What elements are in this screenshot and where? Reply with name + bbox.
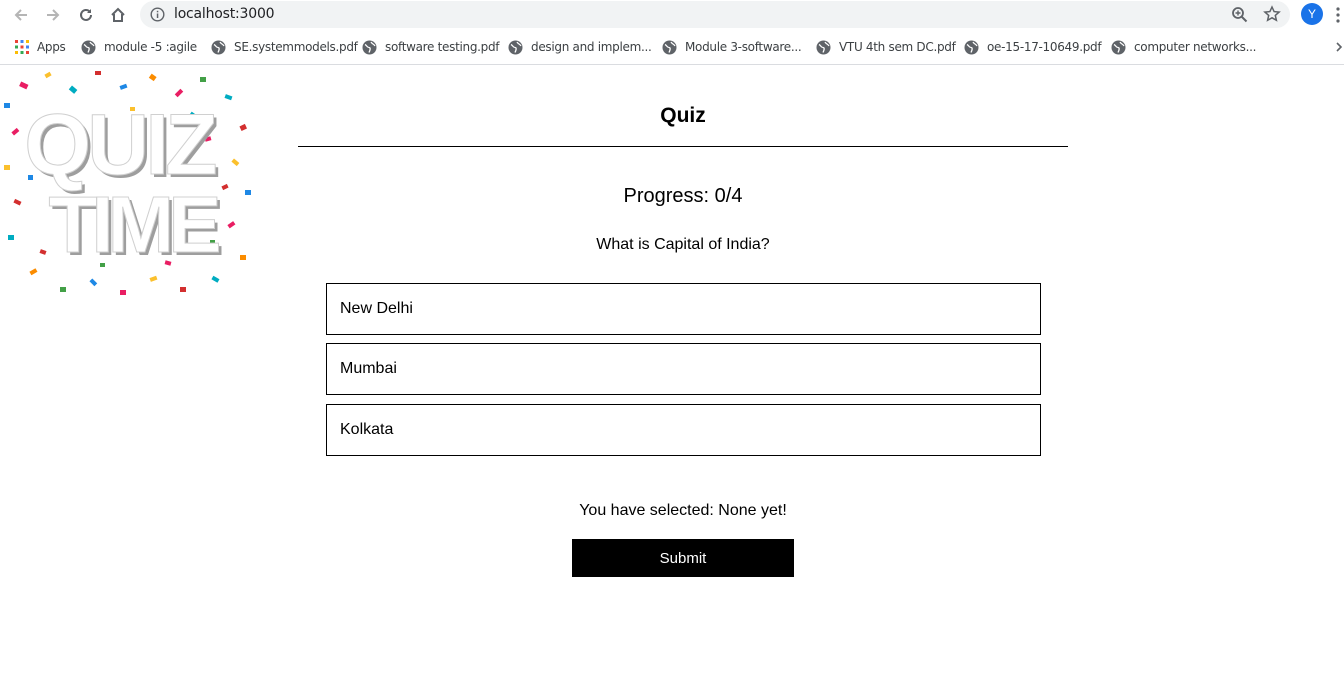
bookmark-label: SE.systemmodels.pdf <box>234 40 358 54</box>
home-icon <box>111 7 125 22</box>
answer-option-label: Kolkata <box>340 421 394 438</box>
answer-option[interactable]: Kolkata <box>326 404 1041 456</box>
submit-button[interactable]: Submit <box>572 539 794 577</box>
bookmark-label: module -5 :agile <box>104 40 197 54</box>
quiz-time-logo: QUIZ QUIZ TIME TIME <box>4 71 251 295</box>
bookmarks-bar: Apps module -5 :agile SE.systemmodels.pd… <box>0 31 1344 65</box>
bookmark-label: Module 3-software... <box>685 40 802 54</box>
bookmark-item[interactable]: SE.systemmodels.pdf <box>211 38 358 56</box>
overflow-chevron-icon[interactable] <box>1336 42 1344 52</box>
url-text[interactable]: localhost:3000 <box>174 6 275 22</box>
profile-avatar[interactable]: Y <box>1301 3 1323 25</box>
answer-option-label: New Delhi <box>340 300 413 317</box>
bookmark-label: computer networks... <box>1134 40 1257 54</box>
bookmark-item[interactable]: computer networks... <box>1111 38 1256 56</box>
globe-icon <box>1111 40 1126 54</box>
bookmark-label: Apps <box>37 40 66 54</box>
zoom-icon[interactable] <box>1231 6 1248 23</box>
globe-icon <box>964 40 979 54</box>
info-icon[interactable] <box>150 7 165 22</box>
title-divider <box>298 146 1068 147</box>
star-icon[interactable] <box>1263 5 1281 23</box>
submit-button-label: Submit <box>659 549 707 567</box>
bookmark-item[interactable]: software testing.pdf <box>362 38 500 56</box>
arrow-right-icon <box>47 9 60 21</box>
browser-toolbar: localhost:3000 Y <box>0 0 1344 30</box>
bookmark-item[interactable]: design and implem... <box>508 38 652 56</box>
globe-icon <box>81 40 96 54</box>
logo-line-1: QUIZ <box>24 97 216 193</box>
question-text: What is Capital of India? <box>596 236 770 253</box>
bookmark-item[interactable]: Module 3-software... <box>662 38 802 56</box>
answer-option[interactable]: New Delhi <box>326 283 1041 335</box>
menu-dots-icon[interactable] <box>1335 6 1341 24</box>
bookmark-apps[interactable]: Apps <box>15 38 66 56</box>
profile-initial: Y <box>1307 7 1316 21</box>
globe-icon <box>508 40 523 54</box>
bookmark-item[interactable]: module -5 :agile <box>81 38 197 56</box>
selection-status: You have selected: None yet! <box>579 502 787 519</box>
globe-icon <box>211 40 226 54</box>
progress-text: Progress: 0/4 <box>623 185 743 207</box>
answer-option[interactable]: Mumbai <box>326 343 1041 395</box>
page-content: QUIZ QUIZ TIME TIME Quiz Progress: 0/4 W… <box>0 65 1344 687</box>
globe-icon <box>816 40 831 54</box>
answer-option-label: Mumbai <box>340 360 397 377</box>
globe-icon <box>662 40 677 54</box>
reload-button[interactable] <box>74 3 98 27</box>
bookmark-label: VTU 4th sem DC.pdf <box>839 40 956 54</box>
bookmark-label: design and implem... <box>531 40 652 54</box>
back-button[interactable] <box>9 3 33 27</box>
arrow-left-icon <box>14 9 27 21</box>
page-title: Quiz <box>660 104 706 127</box>
bookmark-item[interactable]: oe-15-17-10649.pdf <box>964 38 1102 56</box>
apps-grid-icon <box>15 40 29 54</box>
logo-line-2: TIME <box>48 180 219 269</box>
address-bar[interactable] <box>140 1 1290 28</box>
bookmark-label: software testing.pdf <box>385 40 500 54</box>
home-button[interactable] <box>106 3 130 27</box>
globe-icon <box>362 40 377 54</box>
reload-icon <box>80 8 92 21</box>
bookmark-label: oe-15-17-10649.pdf <box>987 40 1102 54</box>
forward-button[interactable] <box>41 3 65 27</box>
bookmark-item[interactable]: VTU 4th sem DC.pdf <box>816 38 956 56</box>
